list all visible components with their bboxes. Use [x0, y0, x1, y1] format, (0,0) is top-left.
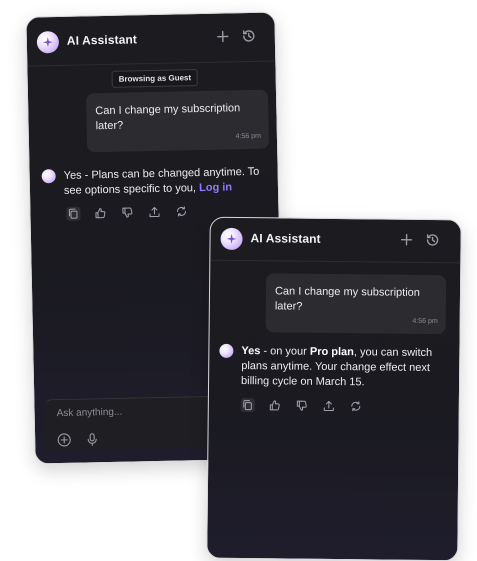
thumbs-down-icon — [122, 207, 133, 218]
answer-yes: Yes — [241, 345, 261, 358]
history-icon — [426, 234, 439, 246]
dislike-button[interactable] — [120, 205, 134, 219]
share-icon — [149, 207, 160, 218]
regenerate-button[interactable] — [349, 399, 363, 413]
panel-header: AI Assistant — [210, 217, 461, 264]
assistant-avatar-small — [41, 169, 56, 184]
thumbs-up-icon — [269, 400, 280, 411]
regenerate-button[interactable] — [174, 204, 188, 218]
dislike-button[interactable] — [295, 399, 309, 413]
regenerate-icon — [176, 206, 186, 217]
new-chat-button[interactable] — [398, 232, 414, 248]
answer-part-1: - on your — [260, 345, 310, 358]
message-timestamp: 4:56 pm — [412, 317, 438, 326]
assistant-avatar — [36, 30, 60, 54]
assistant-avatar — [220, 227, 243, 251]
history-button[interactable] — [424, 232, 440, 248]
voice-input-button[interactable] — [85, 432, 99, 446]
chat-input[interactable]: Ask anything... — [57, 407, 123, 419]
share-button[interactable] — [322, 399, 336, 413]
sparkle-icon — [42, 37, 53, 48]
like-button[interactable] — [268, 398, 282, 412]
assistant-message: Yes - on your Pro plan, you can switch p… — [219, 343, 449, 394]
pro-plan-label: Pro plan — [309, 345, 354, 359]
plus-icon — [400, 234, 413, 246]
regenerate-icon — [351, 401, 361, 412]
user-message-text: Can I change my subscription later? — [274, 285, 420, 313]
copy-button[interactable] — [240, 398, 255, 413]
message-timestamp: 4:56 pm — [235, 132, 261, 141]
panel-header: AI Assistant — [26, 12, 276, 67]
add-attachment-icon — [57, 433, 71, 447]
share-button[interactable] — [147, 205, 161, 219]
login-link[interactable]: Log in — [199, 181, 232, 194]
copy-icon — [68, 208, 78, 219]
panel-title: AI Assistant — [250, 231, 321, 246]
microphone-icon — [87, 433, 97, 446]
assistant-avatar-small — [219, 343, 234, 358]
share-icon — [323, 400, 334, 411]
history-button[interactable] — [241, 28, 257, 44]
sparkle-icon — [226, 233, 237, 244]
add-attachment-button[interactable] — [57, 433, 71, 447]
user-message-bubble: Can I change my subscription later? 4:56… — [85, 89, 270, 153]
message-actions — [66, 204, 188, 221]
guest-badge: Browsing as Guest — [111, 69, 199, 88]
message-actions — [240, 398, 363, 413]
assistant-panel-front: AI Assistant Can I change my subscriptio… — [206, 216, 462, 561]
assistant-message-text: Yes - on your Pro plan, you can switch p… — [241, 344, 447, 391]
like-button[interactable] — [93, 206, 107, 220]
user-message-text: Can I change my subscription later? — [95, 102, 241, 133]
history-icon — [242, 30, 255, 42]
copy-button[interactable] — [66, 206, 81, 221]
user-message-bubble: Can I change my subscription later? 4:56… — [265, 273, 447, 335]
new-chat-button[interactable] — [215, 28, 231, 44]
assistant-message-text: Yes - Plans can be changed anytime. To s… — [64, 165, 269, 199]
assistant-message: Yes - Plans can be changed anytime. To s… — [41, 165, 269, 204]
thumbs-down-icon — [296, 400, 307, 411]
panel-title: AI Assistant — [66, 32, 138, 48]
copy-icon — [243, 400, 252, 411]
thumbs-up-icon — [95, 208, 106, 219]
plus-icon — [217, 30, 229, 43]
